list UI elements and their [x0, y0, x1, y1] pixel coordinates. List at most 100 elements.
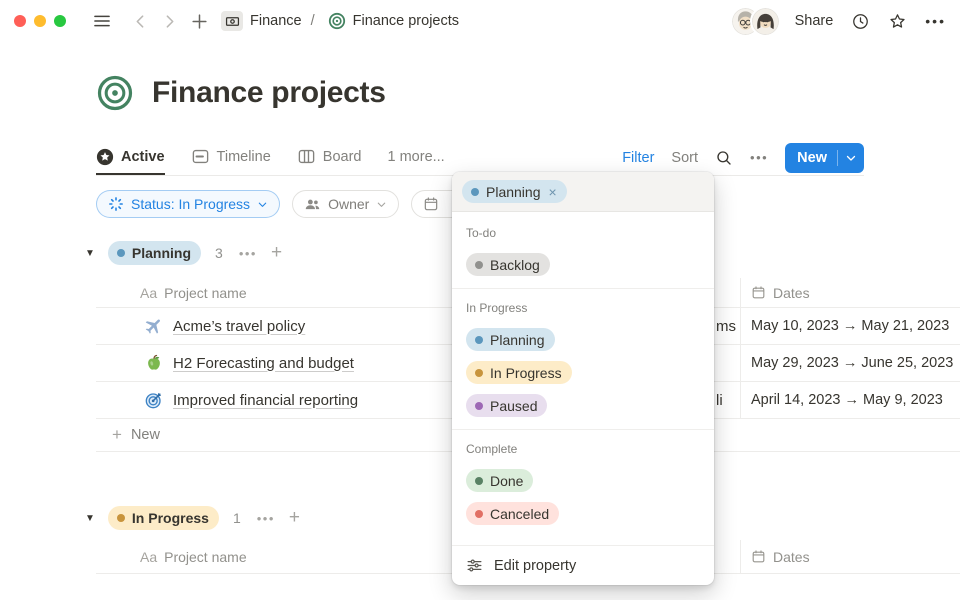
search-icon — [715, 149, 733, 167]
status-dot-icon — [475, 402, 483, 410]
calendar-icon — [423, 196, 439, 212]
star-badge-icon — [96, 148, 114, 166]
status-option-paused[interactable]: Paused — [452, 389, 714, 422]
selected-status-label: Planning — [486, 184, 541, 200]
tab-more-views[interactable]: 1 more... — [388, 140, 445, 175]
project-title[interactable]: Improved financial reporting — [173, 392, 358, 409]
page-more-button[interactable]: ••• — [925, 13, 946, 29]
status-dot-icon — [475, 369, 483, 377]
target-icon[interactable] — [96, 74, 134, 112]
status-option-label: Done — [490, 473, 523, 489]
new-button-label[interactable]: New — [785, 143, 837, 173]
status-dot-icon — [117, 514, 125, 522]
owner-cell-fragment — [714, 345, 740, 381]
column-header-dates[interactable]: Dates — [740, 278, 960, 307]
airplane-icon — [144, 316, 164, 336]
dates-cell[interactable]: April 14, 2023 → May 9, 2023 — [740, 382, 960, 418]
chevron-left-icon — [132, 13, 149, 30]
status-option-backlog[interactable]: Backlog — [452, 248, 714, 281]
group-label: In Progress — [132, 510, 209, 526]
owner-filter-chip[interactable]: Owner — [292, 190, 399, 218]
project-title[interactable]: H2 Forecasting and budget — [173, 355, 354, 372]
tab-label: Active — [121, 149, 165, 165]
banknote-icon — [225, 14, 240, 29]
breadcrumb-page-label[interactable]: Finance projects — [353, 13, 459, 29]
column-header-label: Dates — [773, 549, 810, 565]
group-more-button[interactable]: ••• — [257, 511, 275, 526]
status-dot-icon — [471, 188, 479, 196]
view-controls: Filter Sort ••• New — [622, 143, 864, 173]
tab-active[interactable]: Active — [96, 140, 165, 175]
status-tag: Canceled — [466, 502, 559, 525]
group-add-button[interactable]: + — [271, 242, 282, 264]
chevron-down-icon — [376, 199, 387, 210]
status-option-label: Backlog — [490, 257, 540, 273]
status-tag: Done — [466, 469, 533, 492]
group-tag[interactable]: In Progress — [108, 506, 219, 530]
group-header-planning: ▼ Planning 3 ••• + — [85, 241, 282, 265]
group-tag[interactable]: Planning — [108, 241, 201, 265]
status-tag: Paused — [466, 394, 547, 417]
search-button[interactable] — [715, 149, 733, 167]
edit-property-label: Edit property — [494, 558, 576, 574]
status-dot-icon — [475, 261, 483, 269]
edit-property-button[interactable]: Edit property — [452, 545, 714, 585]
view-tabs: Active Timeline Board 1 more... — [96, 140, 445, 175]
dates-cell[interactable]: May 29, 2023 → June 25, 2023 — [740, 345, 960, 381]
tab-label: Timeline — [217, 149, 271, 165]
new-button[interactable]: New — [785, 143, 864, 173]
new-page-button[interactable] — [190, 12, 209, 31]
status-option-planning[interactable]: Planning — [452, 323, 714, 356]
status-option-canceled[interactable]: Canceled — [452, 497, 714, 530]
collaborator-avatars[interactable] — [732, 8, 779, 35]
chevron-down-icon — [845, 152, 857, 164]
selected-status-tag[interactable]: Planning × — [462, 180, 567, 203]
new-row-label: New — [131, 427, 160, 443]
filter-button[interactable]: Filter — [622, 150, 654, 166]
collapse-triangle-icon[interactable]: ▼ — [85, 513, 95, 524]
filter-value-input[interactable]: Planning × — [452, 172, 714, 212]
column-header-dates[interactable]: Dates — [740, 540, 960, 573]
close-window-button[interactable] — [14, 15, 26, 27]
nav-back-button[interactable] — [132, 13, 149, 30]
remove-tag-button[interactable]: × — [549, 184, 557, 200]
status-dot-icon — [475, 336, 483, 344]
sidebar-toggle-button[interactable] — [92, 11, 112, 31]
status-option-in-progress[interactable]: In Progress — [452, 356, 714, 389]
group-count: 3 — [215, 245, 223, 261]
tab-board[interactable]: Board — [297, 140, 362, 175]
timeline-view-icon — [191, 147, 210, 166]
minimize-window-button[interactable] — [34, 15, 46, 27]
group-add-button[interactable]: + — [289, 507, 300, 529]
status-filter-chip[interactable]: Status: In Progress — [96, 190, 280, 218]
tab-label: 1 more... — [388, 149, 445, 165]
group-more-button[interactable]: ••• — [239, 246, 257, 261]
share-button[interactable]: Share — [795, 13, 834, 29]
star-icon — [888, 12, 907, 31]
view-more-button[interactable]: ••• — [750, 150, 768, 165]
zoom-window-button[interactable] — [54, 15, 66, 27]
status-option-label: Planning — [490, 332, 545, 348]
breadcrumb-workspace-button[interactable] — [221, 11, 243, 31]
dates-cell[interactable]: May 10, 2023 → May 21, 2023 — [740, 308, 960, 344]
status-tag: Planning — [466, 328, 555, 351]
page-title[interactable]: Finance projects — [152, 76, 386, 110]
column-header-owner-fragment — [714, 278, 740, 307]
sort-button[interactable]: Sort — [671, 150, 698, 166]
status-tag: Backlog — [466, 253, 550, 276]
sliders-icon — [466, 557, 483, 574]
status-dot-icon — [475, 477, 483, 485]
breadcrumb-workspace-label[interactable]: Finance — [250, 13, 302, 29]
tab-timeline[interactable]: Timeline — [191, 140, 271, 175]
collapse-triangle-icon[interactable]: ▼ — [85, 248, 95, 259]
new-button-dropdown[interactable] — [838, 143, 864, 173]
nav-forward-button[interactable] — [161, 13, 178, 30]
status-option-done[interactable]: Done — [452, 464, 714, 497]
people-icon — [304, 196, 321, 213]
status-option-label: Canceled — [490, 506, 549, 522]
chevron-right-icon — [161, 13, 178, 30]
project-title[interactable]: Acme’s travel policy — [173, 318, 305, 335]
favorite-button[interactable] — [888, 12, 907, 31]
updates-button[interactable] — [851, 12, 870, 31]
hamburger-icon — [92, 11, 112, 31]
